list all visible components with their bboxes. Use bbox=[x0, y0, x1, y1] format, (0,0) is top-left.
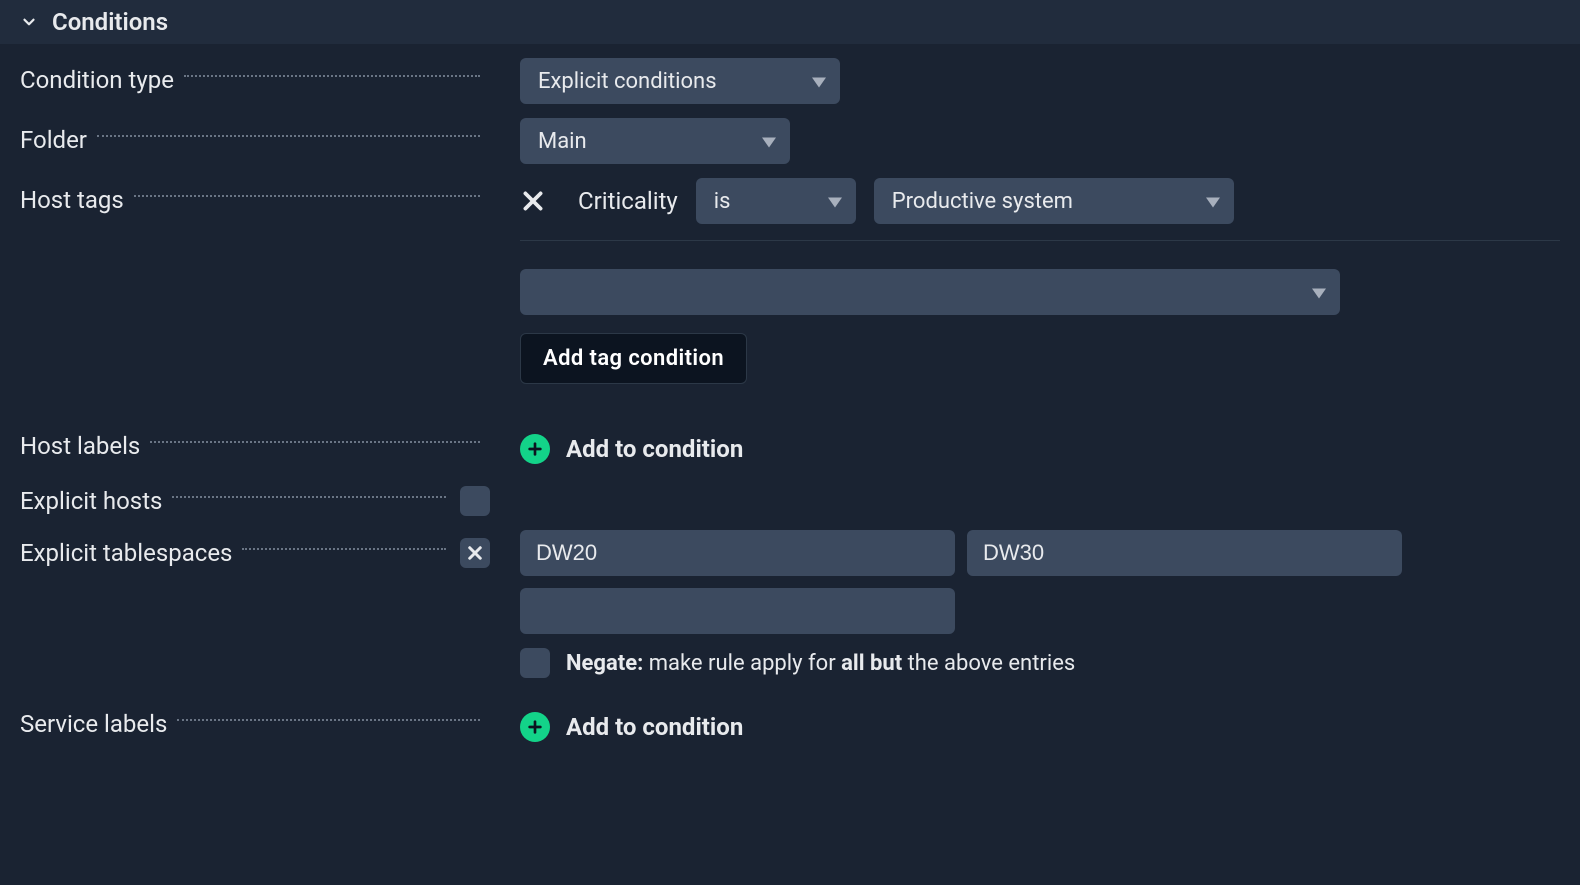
dots-divider bbox=[177, 719, 480, 721]
dots-divider bbox=[242, 548, 446, 550]
dots-divider bbox=[150, 441, 480, 443]
condition-type-select[interactable]: Explicit conditions bbox=[520, 58, 840, 104]
chevron-down-icon bbox=[1312, 280, 1326, 305]
explicit-tablespaces-checkbox[interactable] bbox=[460, 538, 490, 568]
tablespace-input[interactable] bbox=[520, 530, 955, 576]
label-explicit-hosts: Explicit hosts bbox=[20, 487, 162, 515]
dots-divider bbox=[184, 75, 480, 77]
label-host-tags: Host tags bbox=[20, 186, 124, 214]
add-service-label-button[interactable] bbox=[520, 712, 550, 742]
tag-group-label: Criticality bbox=[578, 187, 678, 215]
remove-tag-icon[interactable] bbox=[520, 188, 546, 214]
explicit-hosts-checkbox[interactable] bbox=[460, 486, 490, 516]
add-tag-condition-button[interactable]: Add tag condition bbox=[520, 333, 747, 384]
tag-value-select[interactable]: Productive system bbox=[874, 178, 1234, 224]
chevron-down-icon bbox=[20, 13, 38, 31]
negate-checkbox[interactable] bbox=[520, 648, 550, 678]
section-header[interactable]: Conditions bbox=[0, 0, 1580, 44]
chevron-down-icon bbox=[1206, 189, 1220, 214]
add-service-label-text: Add to condition bbox=[566, 713, 743, 741]
section-title: Conditions bbox=[52, 8, 168, 36]
tag-operator-value: is bbox=[714, 189, 731, 214]
negate-text: Negate: make rule apply for all but the … bbox=[566, 651, 1075, 676]
chevron-down-icon bbox=[812, 69, 826, 94]
chevron-down-icon bbox=[762, 129, 776, 154]
dots-divider bbox=[134, 195, 480, 197]
condition-type-value: Explicit conditions bbox=[538, 69, 717, 94]
add-host-label-text: Add to condition bbox=[566, 435, 743, 463]
label-folder: Folder bbox=[20, 126, 87, 154]
dots-divider bbox=[172, 496, 446, 498]
folder-select[interactable]: Main bbox=[520, 118, 790, 164]
label-host-labels: Host labels bbox=[20, 432, 140, 460]
tag-operator-select[interactable]: is bbox=[696, 178, 856, 224]
dots-divider bbox=[97, 135, 480, 137]
new-tag-select[interactable] bbox=[520, 269, 1340, 315]
label-service-labels: Service labels bbox=[20, 710, 167, 738]
add-host-label-button[interactable] bbox=[520, 434, 550, 464]
label-explicit-tablespaces: Explicit tablespaces bbox=[20, 539, 232, 567]
tablespace-input[interactable] bbox=[520, 588, 955, 634]
folder-value: Main bbox=[538, 129, 587, 154]
label-condition-type: Condition type bbox=[20, 66, 174, 94]
chevron-down-icon bbox=[828, 189, 842, 214]
tag-value: Productive system bbox=[892, 189, 1073, 214]
tablespace-input[interactable] bbox=[967, 530, 1402, 576]
